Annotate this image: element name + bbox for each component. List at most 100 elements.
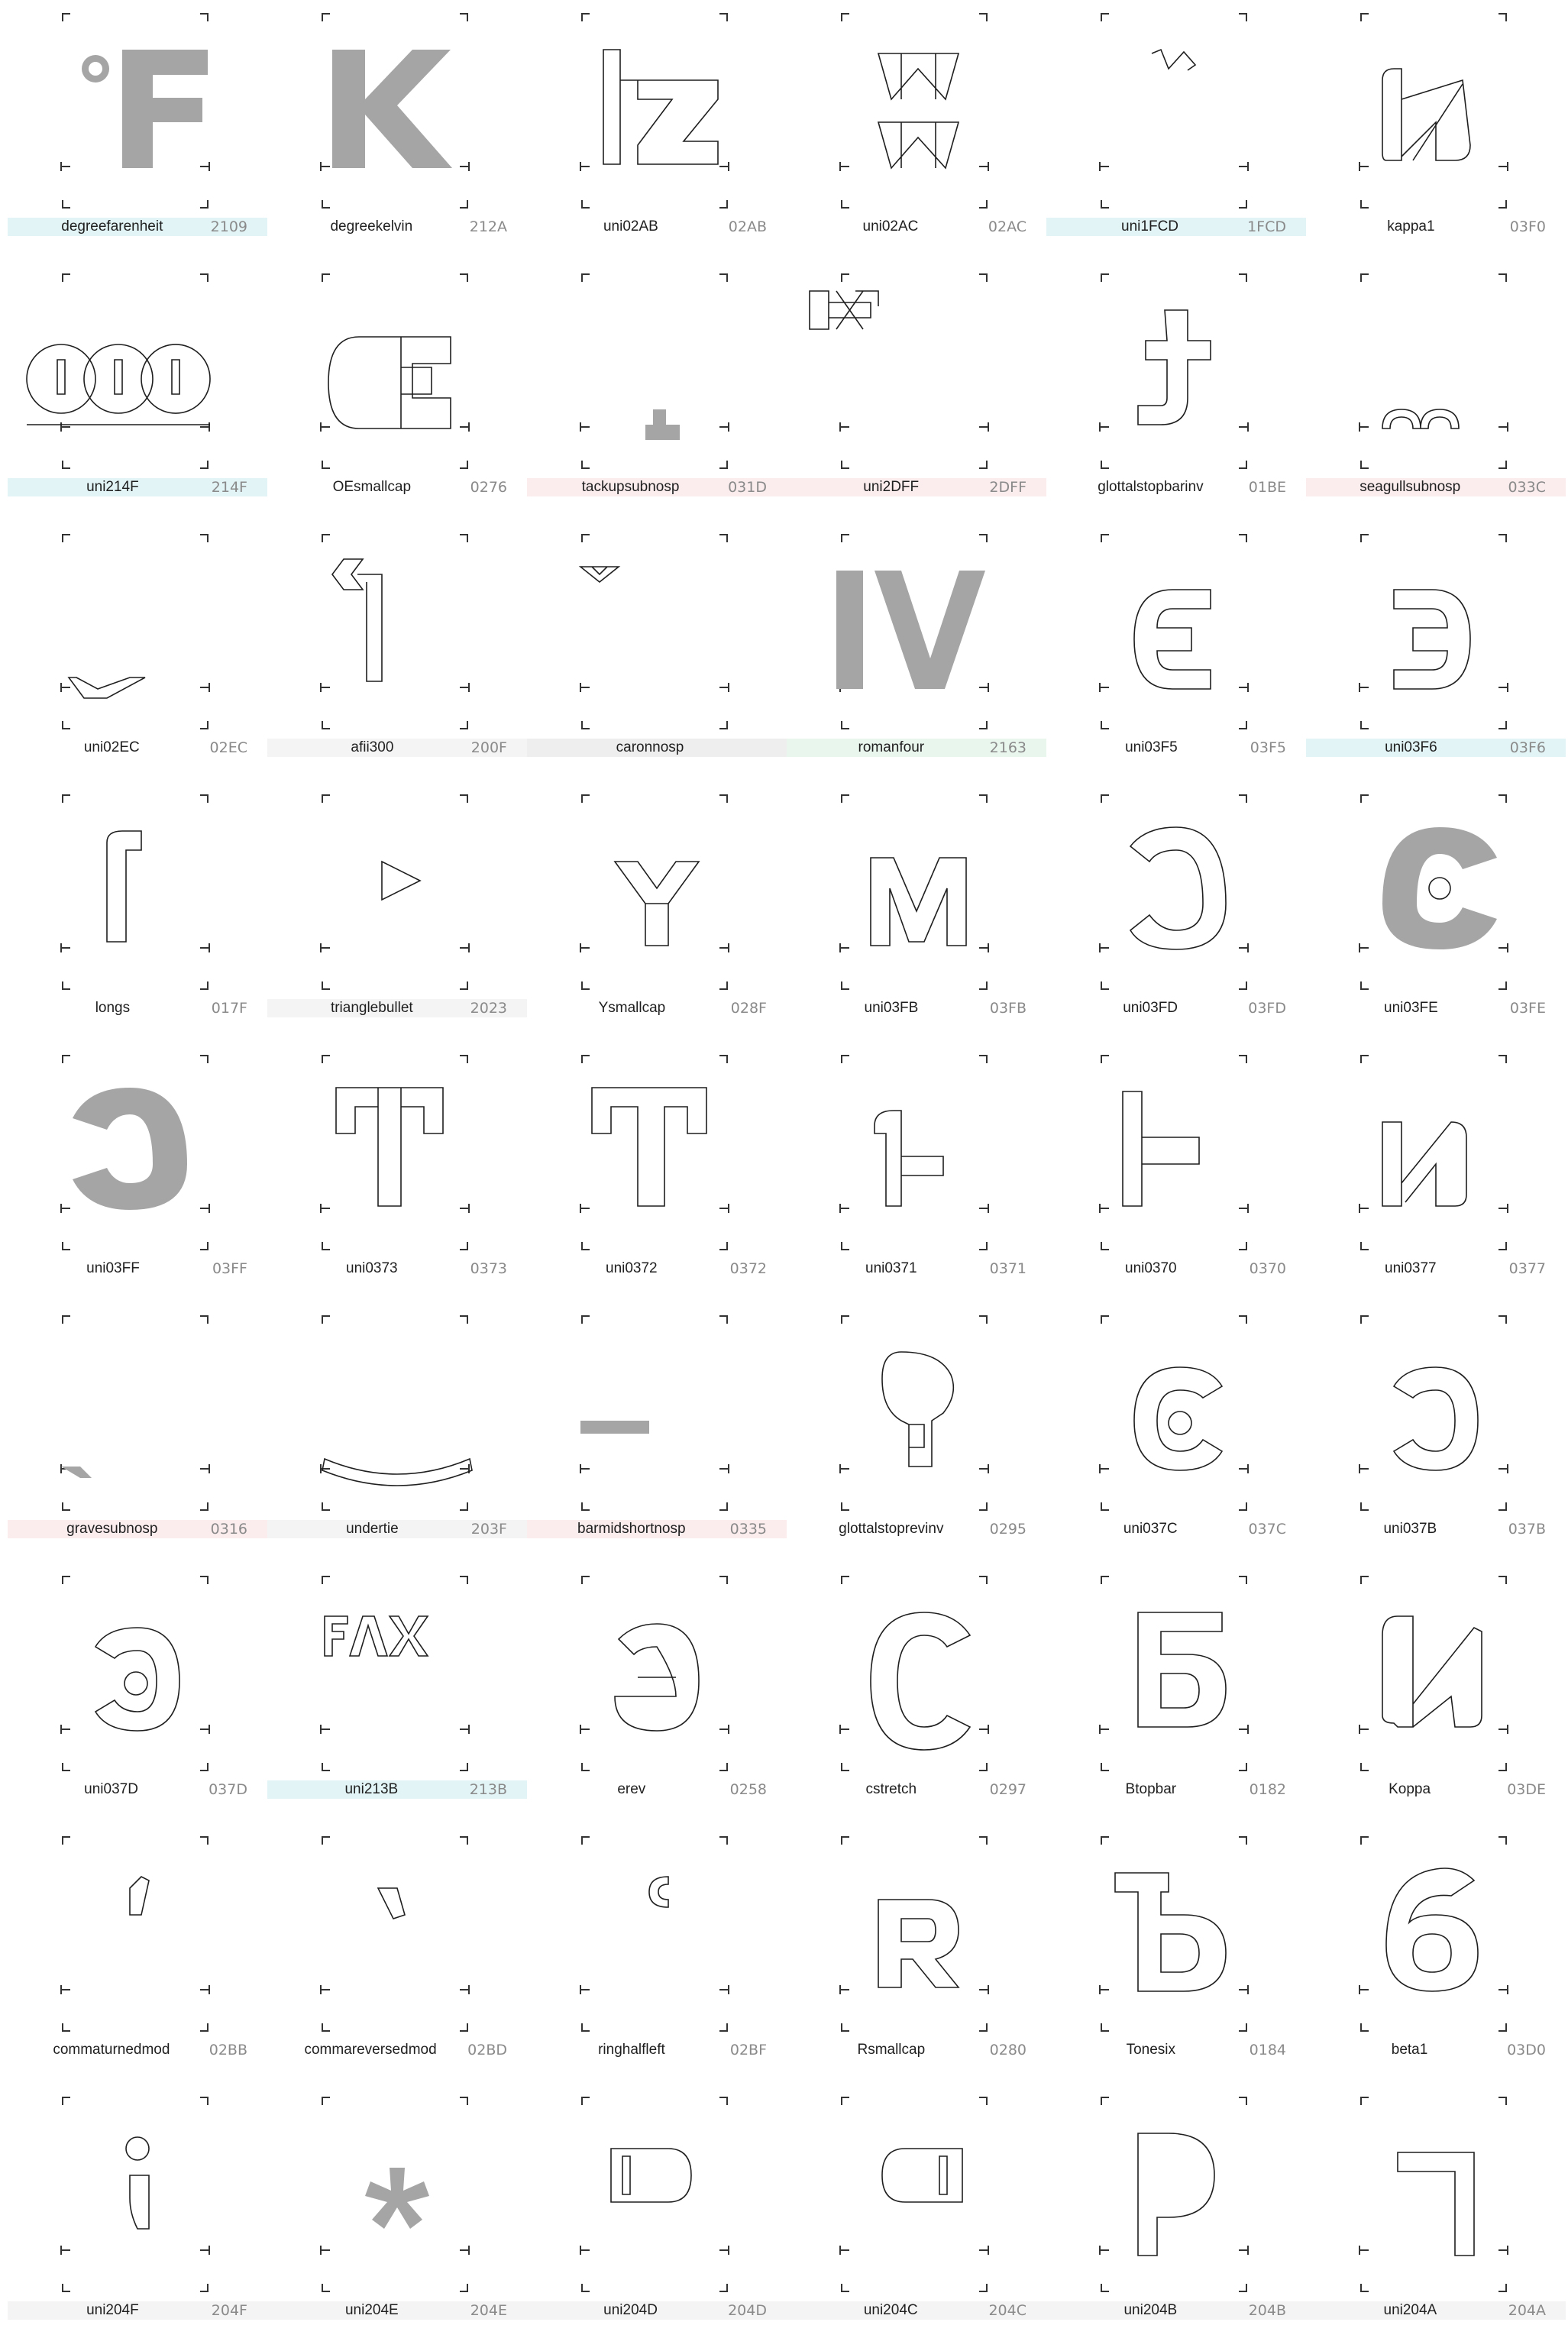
- glyph-label-bar: uni037B 037B: [1306, 1520, 1566, 1538]
- glyph-cell-uni03F5[interactable]: uni03F5 03F5: [1046, 529, 1306, 788]
- glyph-cell-ringhalfleft[interactable]: ringhalfleft 02BF: [527, 1831, 787, 2091]
- glyph-cell-uni214F[interactable]: uni214F 214F: [8, 268, 267, 528]
- glyph-name: undertie: [346, 1521, 399, 1537]
- glyph-cell-uni03FF[interactable]: uni03FF 03FF: [8, 1049, 267, 1309]
- frame-marks: [580, 1576, 729, 1771]
- glyph-cell-glottalstopbarinv[interactable]: glottalstopbarinv 01BE: [1046, 268, 1306, 528]
- glyph-cell-Koppa[interactable]: Koppa 03DE: [1306, 1570, 1566, 1830]
- frame-marks: [839, 1836, 989, 2032]
- glyph-cell-caronnosp[interactable]: caronnosp: [527, 529, 787, 788]
- glyph-cell-Btopbar[interactable]: Btopbar 0182: [1046, 1570, 1306, 1830]
- glyph-cell-uni204B[interactable]: uni204B 204B: [1046, 2091, 1306, 2351]
- glyph-label-bar: uni204B 204B: [1046, 2301, 1306, 2320]
- frame-marks: [839, 13, 989, 209]
- glyph-cell-uni204F[interactable]: uni204F 204F: [8, 2091, 267, 2351]
- glyph-outline: [603, 49, 719, 165]
- glyph-cell-uni02AC[interactable]: uni02AC 02AC: [787, 8, 1046, 267]
- glyph-cell-uni03FD[interactable]: uni03FD 03FD: [1046, 789, 1306, 1049]
- glyph-name: commaturnedmod: [53, 2042, 170, 2058]
- glyph-label-bar: uni204A 204A: [1306, 2301, 1566, 2320]
- glyph-cell-degreefarenheit[interactable]: degreefarenheit 2109: [8, 8, 267, 267]
- glyph-label-bar: Tonesix 0184: [1046, 2041, 1306, 2059]
- glyph-cell-uni0377[interactable]: uni0377 0377: [1306, 1049, 1566, 1309]
- glyph-label-bar: uni037D 037D: [8, 1780, 267, 1799]
- glyph-cell-undertie[interactable]: undertie 203F: [267, 1310, 527, 1570]
- frame-marks: [580, 1315, 729, 1511]
- glyph-cell-Rsmallcap[interactable]: Rsmallcap 0280: [787, 1831, 1046, 2091]
- glyph-cell-afii300[interactable]: afii300 200F: [267, 529, 527, 788]
- glyph-cell-beta1[interactable]: beta1 03D0: [1306, 1831, 1566, 2091]
- glyph-unicode: 02BD: [467, 2042, 507, 2058]
- glyph-cell-Tonesix[interactable]: Tonesix 0184: [1046, 1831, 1306, 2091]
- glyph-cell-commareversedmod[interactable]: commareversedmod 02BD: [267, 1831, 527, 2091]
- glyph-name: uni204C: [863, 2302, 918, 2318]
- glyph-unicode: 017F: [211, 1000, 247, 1017]
- glyph-unicode: 204D: [728, 2302, 767, 2319]
- glyph-unicode: 2109: [210, 218, 247, 235]
- glyph-cell-uni2DFF[interactable]: uni2DFF 2DFF: [787, 268, 1046, 528]
- glyph-unicode: 204A: [1508, 2302, 1546, 2319]
- glyph-cell-romanfour[interactable]: romanfour 2163: [787, 529, 1046, 788]
- glyph-cell-degreekelvin[interactable]: degreekelvin 212A: [267, 8, 527, 267]
- glyph-name: Ysmallcap: [598, 1000, 666, 1016]
- glyph-cell-uni037B[interactable]: uni037B 037B: [1306, 1310, 1566, 1570]
- glyph-cell-uni03F6[interactable]: uni03F6 03F6: [1306, 529, 1566, 788]
- glyph-name: uni0371: [865, 1260, 917, 1276]
- glyph-unicode: 03F5: [1250, 739, 1286, 756]
- frame-marks: [580, 534, 729, 729]
- glyph-cell-uni0372[interactable]: uni0372 0372: [527, 1049, 787, 1309]
- glyph-unicode: 037D: [209, 1781, 247, 1798]
- glyph-cell-uni1FCD[interactable]: uni1FCD 1FCD: [1046, 8, 1306, 267]
- glyph-fill: [365, 2168, 429, 2229]
- glyph-cell-barmidshortnosp[interactable]: barmidshortnosp 0335: [527, 1310, 787, 1570]
- glyph-cell-tackupsubnosp[interactable]: tackupsubnosp 031D: [527, 268, 787, 528]
- glyph-cell-uni037D[interactable]: uni037D 037D: [8, 1570, 267, 1830]
- glyph-name: Koppa: [1389, 1781, 1431, 1797]
- glyph-name: afii300: [351, 739, 394, 755]
- glyph-cell-seagullsubnosp[interactable]: seagullsubnosp 033C: [1306, 268, 1566, 528]
- glyph-name: uni037C: [1123, 1521, 1178, 1537]
- glyph-cell-uni02AB[interactable]: uni02AB 02AB: [527, 8, 787, 267]
- glyph-label-bar: Btopbar 0182: [1046, 1780, 1306, 1799]
- glyph-unicode: 0295: [989, 1521, 1026, 1538]
- glyph-label-bar: uni037C 037C: [1046, 1520, 1306, 1538]
- glyph-cell-longs[interactable]: longs 017F: [8, 789, 267, 1049]
- glyph-cell-uni03FE[interactable]: uni03FE 03FE: [1306, 789, 1566, 1049]
- glyph-name: cstretch: [865, 1781, 917, 1797]
- glyph-unicode: 02AC: [988, 218, 1026, 235]
- glyph-cell-uni037C[interactable]: uni037C 037C: [1046, 1310, 1306, 1570]
- glyph-cell-uni204C[interactable]: uni204C 204C: [787, 2091, 1046, 2351]
- glyph-label-bar: uni02AB 02AB: [527, 218, 787, 236]
- glyph-unicode: 03FF: [212, 1260, 247, 1277]
- glyph-label-bar: uni0377 0377: [1306, 1260, 1566, 1278]
- glyph-cell-uni213B[interactable]: uni213B 213B: [267, 1570, 527, 1830]
- glyph-cell-cstretch[interactable]: cstretch 0297: [787, 1570, 1046, 1830]
- glyph-unicode: 037B: [1508, 1521, 1546, 1538]
- glyph-cell-uni0373[interactable]: uni0373 0373: [267, 1049, 527, 1309]
- glyph-cell-uni0370[interactable]: uni0370 0370: [1046, 1049, 1306, 1309]
- glyph-cell-uni03FB[interactable]: uni03FB 03FB: [787, 789, 1046, 1049]
- glyph-cell-commaturnedmod[interactable]: commaturnedmod 02BB: [8, 1831, 267, 2091]
- glyph-unicode: 1FCD: [1247, 218, 1286, 235]
- glyph-cell-glottalstoprevinv[interactable]: glottalstoprevinv 0295: [787, 1310, 1046, 1570]
- glyph-fill: [580, 1421, 649, 1434]
- glyph-fill: [332, 50, 452, 168]
- glyph-cell-trianglebullet[interactable]: trianglebullet 2023: [267, 789, 527, 1049]
- glyph-cell-OEsmallcap[interactable]: OEsmallcap 0276: [267, 268, 527, 528]
- glyph-cell-gravesubnosp[interactable]: gravesubnosp 0316: [8, 1310, 267, 1570]
- glyph-unicode: 204C: [988, 2302, 1026, 2319]
- glyph-label-bar: uni204F 204F: [8, 2301, 267, 2320]
- glyph-cell-uni204A[interactable]: uni204A 204A: [1306, 2091, 1566, 2351]
- glyph-cell-uni0371[interactable]: uni0371 0371: [787, 1049, 1046, 1309]
- glyph-cell-uni204E[interactable]: uni204E 204E: [267, 2091, 527, 2351]
- glyph-outline: [591, 1087, 707, 1207]
- glyph-cell-kappa1[interactable]: kappa1 03F0: [1306, 8, 1566, 267]
- glyph-cell-uni204D[interactable]: uni204D 204D: [527, 2091, 787, 2351]
- glyph-cell-Ysmallcap[interactable]: Ysmallcap 028F: [527, 789, 787, 1049]
- glyph-cell-uni02EC[interactable]: uni02EC 02EC: [8, 529, 267, 788]
- glyph-unicode: 037C: [1248, 1521, 1286, 1538]
- glyph-cell-erev[interactable]: erev 0258: [527, 1570, 787, 1830]
- glyph-label-bar: uni0373 0373: [267, 1260, 527, 1278]
- frame-marks: [1099, 2097, 1249, 2292]
- glyph-label-bar: commaturnedmod 02BB: [8, 2041, 267, 2059]
